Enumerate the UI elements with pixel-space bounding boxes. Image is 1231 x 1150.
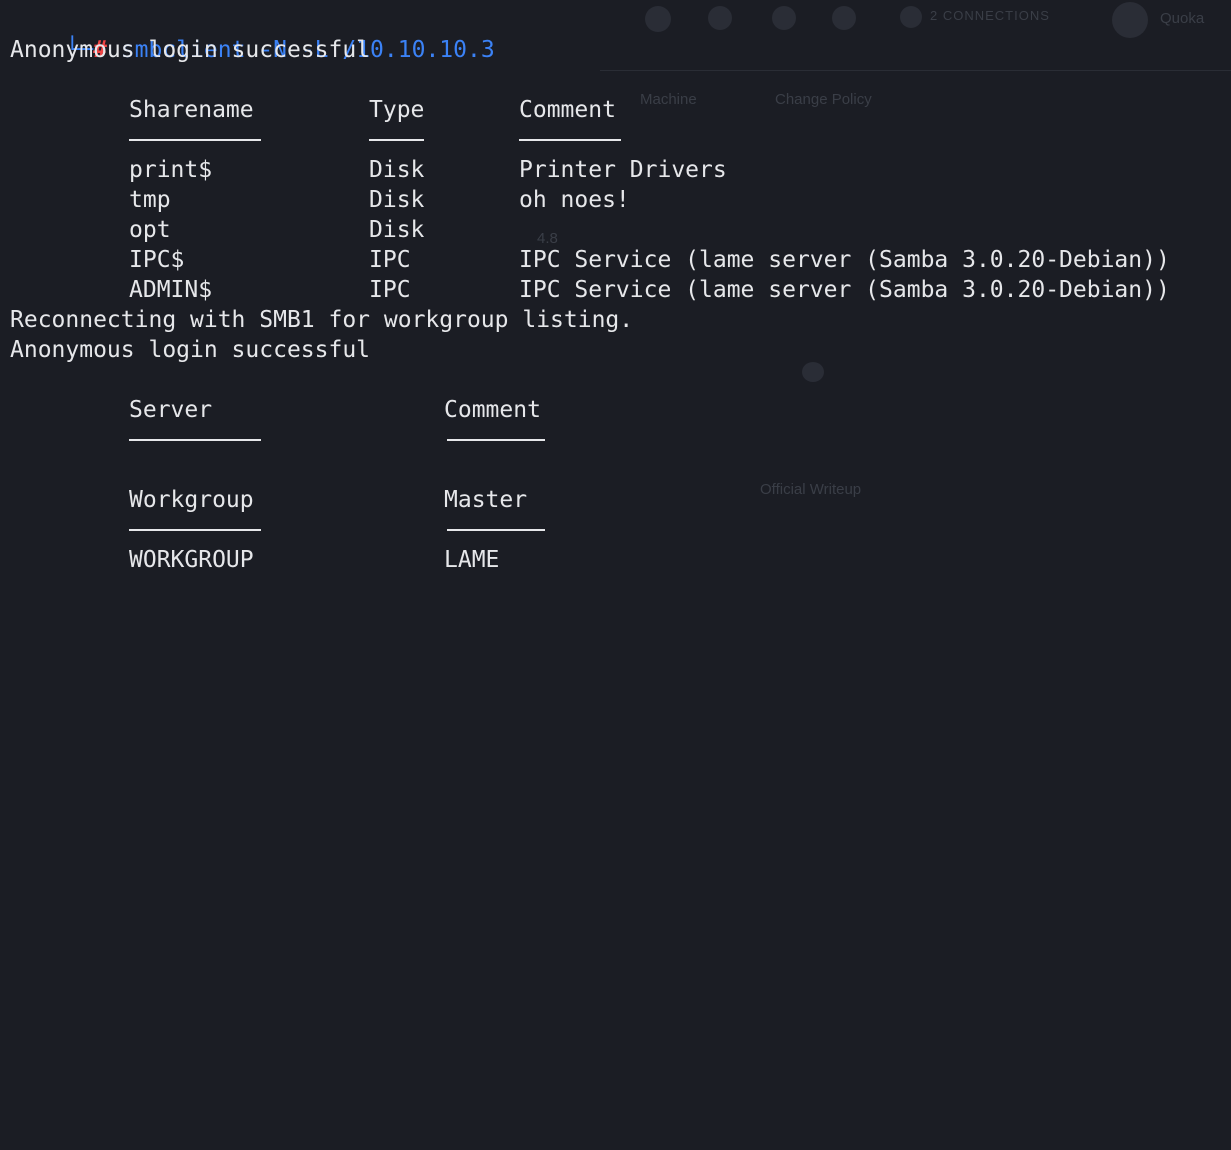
share-type: Disk xyxy=(369,187,425,213)
workgroup-name: WORKGROUP xyxy=(129,547,254,573)
share-name: IPC$ xyxy=(129,247,185,273)
login-message: Anonymous login successful xyxy=(10,37,371,63)
prompt-line: └─# smbclient -N -L /10.10.10.3 xyxy=(10,5,494,63)
reconnect-message: Reconnecting with SMB1 for workgroup lis… xyxy=(10,307,634,333)
terminal-window[interactable]: └─# smbclient -N -L /10.10.10.3 Anonymou… xyxy=(0,0,1231,575)
workgroup-header-underline xyxy=(129,529,261,531)
share-type: IPC xyxy=(369,247,411,273)
share-comment: IPC Service (lame server (Samba 3.0.20-D… xyxy=(519,247,1170,273)
share-name: print$ xyxy=(129,157,213,183)
workgroup-master: LAME xyxy=(444,547,500,573)
workgroup-header-underline xyxy=(447,529,545,531)
share-type: Disk xyxy=(369,157,425,183)
workgroup-header-workgroup: Workgroup xyxy=(129,487,254,513)
share-name: opt xyxy=(129,217,171,243)
share-comment: IPC Service (lame server (Samba 3.0.20-D… xyxy=(519,277,1170,303)
share-header-type: Type xyxy=(369,97,425,123)
share-type: IPC xyxy=(369,277,411,303)
share-name: ADMIN$ xyxy=(129,277,213,303)
server-header-comment: Comment xyxy=(444,397,541,423)
share-header-underline xyxy=(129,139,261,141)
server-header-server: Server xyxy=(129,397,213,423)
share-name: tmp xyxy=(129,187,171,213)
share-type: Disk xyxy=(369,217,425,243)
share-comment: oh noes! xyxy=(519,187,630,213)
login-message: Anonymous login successful xyxy=(10,337,371,363)
share-comment: Printer Drivers xyxy=(519,157,727,183)
server-header-underline xyxy=(129,439,261,441)
share-header-underline xyxy=(369,139,424,141)
workgroup-header-master: Master xyxy=(444,487,528,513)
share-header-comment: Comment xyxy=(519,97,616,123)
server-header-underline xyxy=(447,439,545,441)
share-header-sharename: Sharename xyxy=(129,97,254,123)
share-header-underline xyxy=(519,139,621,141)
